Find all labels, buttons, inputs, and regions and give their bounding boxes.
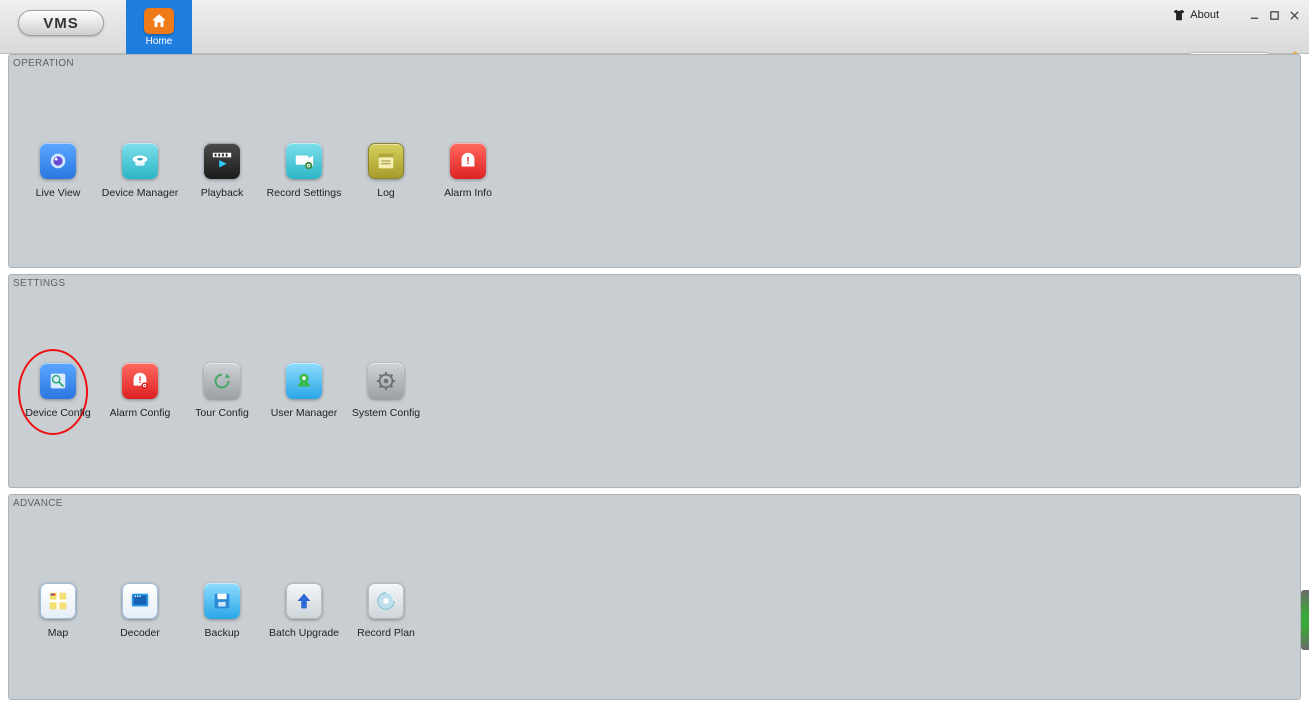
log-label: Log <box>377 187 395 199</box>
system-config-app[interactable]: System Config <box>345 363 427 419</box>
alarm-config-app[interactable]: ! Alarm Config <box>99 363 181 419</box>
section-operation-title: OPERATION <box>13 58 74 69</box>
section-operation: OPERATION Live View Device Manager Playb… <box>8 54 1301 268</box>
record-plan-app[interactable]: Record Plan <box>345 583 427 639</box>
record-settings-label: Record Settings <box>267 187 342 199</box>
user-manager-app[interactable]: User Manager <box>263 363 345 419</box>
record-settings-app[interactable]: Record Settings <box>263 143 345 199</box>
maximize-button[interactable] <box>1267 8 1281 22</box>
section-advance: ADVANCE Map Decoder Backup <box>8 494 1301 700</box>
close-button[interactable] <box>1287 8 1301 22</box>
about-button[interactable]: About <box>1172 8 1219 22</box>
app-logo: VMS <box>18 10 104 36</box>
live-view-app[interactable]: Live View <box>17 143 99 199</box>
device-manager-icon <box>122 143 158 179</box>
section-settings: SETTINGS Device Config ! Alarm Config To… <box>8 274 1301 488</box>
home-icon <box>144 8 174 34</box>
record-plan-icon <box>368 583 404 619</box>
backup-label: Backup <box>204 627 239 639</box>
tour-config-app[interactable]: Tour Config <box>181 363 263 419</box>
svg-text:!: ! <box>466 156 469 167</box>
batch-upgrade-app[interactable]: Batch Upgrade <box>263 583 345 639</box>
live-view-icon <box>40 143 76 179</box>
side-handle[interactable] <box>1301 590 1309 650</box>
about-label: About <box>1190 9 1219 21</box>
alarm-info-icon: ! <box>450 143 486 179</box>
map-icon <box>40 583 76 619</box>
batch-upgrade-label: Batch Upgrade <box>269 627 339 639</box>
device-config-app[interactable]: Device Config <box>17 363 99 419</box>
playback-app[interactable]: Playback <box>181 143 263 199</box>
advance-icons: Map Decoder Backup Batch Upgrade <box>17 583 427 639</box>
log-app[interactable]: Log <box>345 143 427 199</box>
tab-home-label: Home <box>146 36 173 47</box>
main-content: OPERATION Live View Device Manager Playb… <box>0 54 1309 708</box>
system-config-label: System Config <box>352 407 420 419</box>
user-manager-label: User Manager <box>271 407 338 419</box>
map-app[interactable]: Map <box>17 583 99 639</box>
batch-upgrade-icon <box>286 583 322 619</box>
log-icon <box>368 143 404 179</box>
record-plan-label: Record Plan <box>357 627 415 639</box>
alarm-info-app[interactable]: ! Alarm Info <box>427 143 509 199</box>
shirt-icon <box>1172 8 1186 22</box>
system-config-icon <box>368 363 404 399</box>
alarm-config-icon: ! <box>122 363 158 399</box>
device-manager-label: Device Manager <box>102 187 178 199</box>
backup-app[interactable]: Backup <box>181 583 263 639</box>
playback-icon <box>204 143 240 179</box>
titlebar: VMS Home About <box>0 0 1309 54</box>
alarm-info-label: Alarm Info <box>444 187 492 199</box>
record-settings-icon <box>286 143 322 179</box>
operation-icons: Live View Device Manager Playback Record… <box>17 143 509 199</box>
tab-home[interactable]: Home <box>126 0 192 54</box>
section-advance-title: ADVANCE <box>13 498 63 509</box>
device-config-icon <box>40 363 76 399</box>
titlebar-right: About <box>1172 8 1301 22</box>
decoder-app[interactable]: Decoder <box>99 583 181 639</box>
section-settings-title: SETTINGS <box>13 278 65 289</box>
minimize-button[interactable] <box>1247 8 1261 22</box>
backup-icon <box>204 583 240 619</box>
playback-label: Playback <box>201 187 244 199</box>
map-label: Map <box>48 627 68 639</box>
settings-icons: Device Config ! Alarm Config Tour Config… <box>17 363 427 419</box>
user-manager-icon <box>286 363 322 399</box>
svg-text:!: ! <box>138 375 141 385</box>
alarm-config-label: Alarm Config <box>110 407 171 419</box>
live-view-label: Live View <box>36 187 81 199</box>
tour-config-icon <box>204 363 240 399</box>
decoder-label: Decoder <box>120 627 160 639</box>
device-config-label: Device Config <box>25 407 90 419</box>
tour-config-label: Tour Config <box>195 407 249 419</box>
device-manager-app[interactable]: Device Manager <box>99 143 181 199</box>
decoder-icon <box>122 583 158 619</box>
